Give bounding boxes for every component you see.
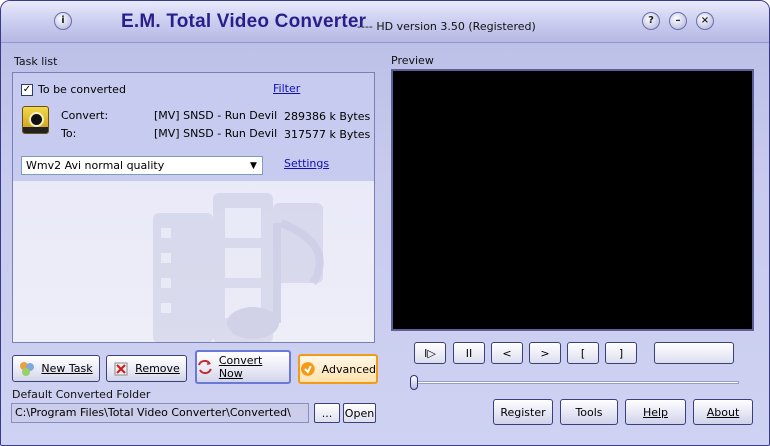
filter-link[interactable]: Filter [273, 82, 300, 95]
app-window: i E.M. Total Video Converter ---- HD ver… [0, 0, 770, 446]
title-bar: i E.M. Total Video Converter ---- HD ver… [1, 1, 769, 43]
task-title: To be converted [38, 83, 126, 96]
app-title: E.M. Total Video Converter [121, 11, 367, 32]
tools-button[interactable]: Tools [560, 399, 618, 425]
convert-label: Convert: [61, 109, 109, 122]
film-note-watermark-icon [153, 193, 324, 342]
minimize-glyph: – [675, 15, 681, 26]
close-glyph: × [700, 15, 710, 26]
advanced-icon [300, 362, 315, 376]
settings-link[interactable]: Settings [284, 157, 329, 170]
browse-button[interactable]: ... [314, 403, 340, 423]
new-task-button[interactable]: New Task [12, 355, 100, 382]
new-task-label: New Task [41, 362, 93, 375]
convert-source-name: [MV] SNSD - Run Devil [154, 109, 278, 122]
format-select[interactable]: Wmv2 Avi normal quality ▼ [21, 156, 263, 175]
help-icon[interactable]: ? [642, 12, 660, 30]
output-folder-field[interactable]: C:\Program Files\Total Video Converter\C… [11, 403, 309, 423]
task-list-label: Task list [14, 55, 58, 68]
convert-icon [198, 359, 212, 375]
convert-now-label: Convert Now [218, 354, 263, 380]
task-checkbox[interactable]: ✓ [21, 84, 33, 96]
seek-track[interactable] [414, 381, 739, 384]
version-text: ---- HD version 3.50 (Registered) [357, 20, 536, 33]
remove-button[interactable]: Remove [106, 355, 187, 382]
open-folder-button[interactable]: Open [343, 403, 376, 423]
about-label: About [706, 405, 740, 419]
preview-screen [391, 69, 754, 331]
seek-slider-thumb[interactable] [410, 375, 418, 390]
close-icon[interactable]: × [696, 12, 714, 30]
convert-now-button[interactable]: Convert Now [195, 350, 291, 384]
info-icon[interactable]: i [54, 12, 72, 30]
help-glyph: ? [648, 15, 654, 26]
convert-target-name: [MV] SNSD - Run Devil [154, 127, 278, 140]
register-button[interactable]: Register [493, 399, 553, 425]
time-display [654, 342, 734, 364]
video-file-icon [22, 106, 49, 134]
step-forward-button[interactable]: > [529, 342, 561, 364]
step-back-button[interactable]: < [491, 342, 523, 364]
preview-label: Preview [391, 54, 434, 67]
advanced-button[interactable]: Advanced [298, 354, 378, 384]
to-label: To: [61, 127, 77, 140]
new-task-icon [20, 361, 35, 376]
help-label: Help [642, 405, 669, 419]
play-button[interactable]: I▷ [414, 342, 446, 364]
task-list-panel[interactable]: ✓ To be converted Filter Convert: [MV] S… [12, 72, 375, 343]
remove-label: Remove [135, 362, 180, 375]
convert-source-size: 289386 k Bytes [284, 110, 371, 123]
convert-target-size: 317577 k Bytes [284, 128, 371, 141]
mark-out-button[interactable]: ] [605, 342, 637, 364]
about-button[interactable]: About [693, 399, 753, 425]
info-glyph: i [61, 15, 65, 26]
help-button[interactable]: Help [625, 399, 686, 425]
task-entry[interactable]: ✓ To be converted Filter Convert: [MV] S… [13, 73, 374, 181]
format-select-value: Wmv2 Avi normal quality [26, 159, 165, 172]
advanced-label: Advanced [321, 362, 376, 376]
remove-icon [114, 362, 128, 375]
chevron-down-icon[interactable]: ▼ [245, 157, 262, 174]
mark-in-button[interactable]: [ [567, 342, 599, 364]
minimize-icon[interactable]: – [669, 12, 687, 30]
pause-button[interactable]: II [453, 342, 485, 364]
folder-label: Default Converted Folder [12, 388, 151, 401]
